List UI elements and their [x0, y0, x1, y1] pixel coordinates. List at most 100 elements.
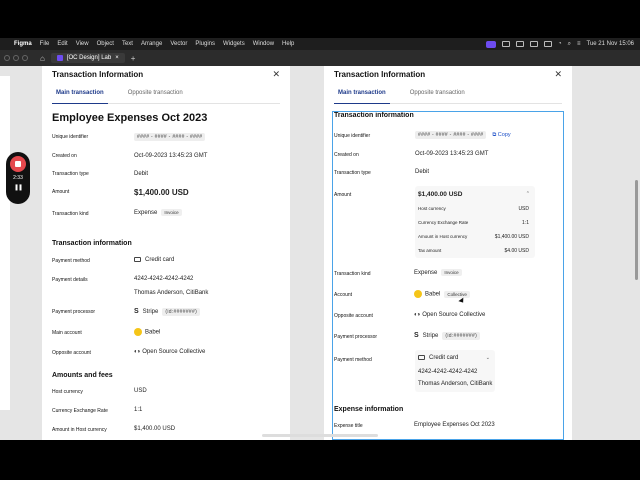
tab-opposite-transaction[interactable]: Opposite transaction: [406, 90, 469, 103]
kind-value: Expense Invoice: [414, 269, 462, 276]
tax-amount-value: $4.00 USD: [504, 248, 529, 254]
payment-processor-value: S Stripe (id:#######): [134, 308, 201, 316]
created-label: Created on: [334, 152, 359, 158]
tab-opposite-transaction[interactable]: Opposite transaction: [124, 90, 187, 103]
new-tab-icon[interactable]: +: [131, 54, 136, 63]
uid-mask: #### - #### - #### - ####: [415, 131, 487, 139]
tax-amount-label: Tax amount: [418, 248, 442, 253]
menu-help[interactable]: Help: [282, 41, 294, 47]
panel-tabs: Main transaction Opposite transaction: [334, 90, 562, 104]
minimize-window-icon[interactable]: [13, 55, 19, 61]
transaction-panel-left: Transaction Information ✕ Main transacti…: [42, 66, 290, 440]
invoice-badge: Invoice: [441, 269, 462, 276]
battery-icon[interactable]: [544, 41, 552, 47]
tab-main-transaction[interactable]: Main transaction: [52, 90, 108, 104]
status-icon[interactable]: [530, 41, 538, 47]
status-icon[interactable]: [516, 41, 524, 47]
uid-value: #### - #### - #### - #### ⧉ Copy: [415, 131, 511, 139]
amount-breakdown-card[interactable]: $1,400.00 USD ⌃ Host currency USD Curren…: [415, 186, 535, 258]
pause-icon[interactable]: ❚❚: [14, 184, 23, 191]
amount-label: Amount: [52, 189, 70, 195]
card-number: 4242-4242-4242-4242: [134, 276, 194, 282]
created-value: Oct-09-2023 13:45:23 GMT: [134, 153, 208, 159]
menu-widgets[interactable]: Widgets: [223, 41, 245, 47]
osc-logo-icon: ◐◑: [134, 349, 140, 355]
menu-app-name[interactable]: Figma: [14, 41, 32, 47]
section-expense-info: Expense information: [334, 406, 404, 413]
maximize-window-icon[interactable]: [22, 55, 28, 61]
osc-logo-icon: ◐◑: [414, 312, 420, 318]
payment-processor-value: S Stripe (id:#######): [414, 332, 481, 340]
menu-view[interactable]: View: [76, 41, 89, 47]
close-icon[interactable]: ✕: [272, 69, 280, 80]
payment-method-text: Credit card: [429, 355, 459, 362]
host-currency-value: USD: [518, 206, 529, 212]
panel-title: Transaction Information: [334, 70, 426, 79]
amount-host-value: $1,400.00 USD: [134, 426, 176, 432]
payment-method-card[interactable]: Credit card ⌄ 4242-4242-4242-4242 Thomas…: [415, 350, 495, 392]
menu-clock[interactable]: Tue 21 Nov 15:06: [587, 41, 634, 47]
amount-value: $1,400.00 USD: [418, 191, 463, 198]
section-transaction-info: Transaction information: [52, 240, 132, 247]
figma-file-icon: [56, 55, 63, 61]
credit-card-icon: [418, 355, 425, 360]
horizontal-scrollbar[interactable]: [262, 434, 378, 437]
babel-avatar-icon: [414, 290, 422, 298]
kind-label: Transaction kind: [52, 211, 89, 217]
wifi-icon[interactable]: ◔: [558, 41, 562, 47]
offscreen-frame: [0, 76, 10, 410]
amount-host-label: Amount in Host currency: [52, 427, 107, 433]
chevron-down-icon[interactable]: ⌄: [486, 355, 490, 361]
host-currency-label: Host currency: [52, 389, 83, 395]
payment-method-label: Payment method: [334, 357, 372, 363]
close-tab-icon[interactable]: ×: [115, 55, 119, 61]
close-icon[interactable]: ✕: [554, 69, 562, 80]
amount-host-value: $1,400.00 USD: [494, 234, 529, 240]
opposite-account-text: Open Source Collective: [422, 312, 486, 318]
menu-text[interactable]: Text: [122, 41, 133, 47]
stop-recording-button[interactable]: [10, 156, 26, 172]
control-center-icon[interactable]: ≡: [577, 41, 581, 47]
invoice-badge: Invoice: [161, 209, 182, 216]
type-value: Debit: [415, 169, 430, 175]
status-icon[interactable]: [502, 41, 510, 47]
kind-value: Expense Invoice: [134, 209, 182, 216]
kind-text: Expense: [414, 270, 438, 276]
stripe-icon: S: [134, 308, 139, 315]
uid-value: #### - #### - #### - ####: [134, 133, 206, 141]
section-amounts-fees: Amounts and fees: [52, 372, 113, 379]
menu-window[interactable]: Window: [253, 41, 274, 47]
transaction-panel-right: Transaction Information ✕ Main transacti…: [324, 66, 572, 440]
menu-object[interactable]: Object: [97, 41, 114, 47]
vertical-scrollbar[interactable]: [635, 180, 638, 280]
host-currency-value: USD: [134, 388, 147, 394]
opposite-account-label: Opposite account: [334, 313, 373, 319]
menu-edit[interactable]: Edit: [57, 41, 67, 47]
opposite-account-text: Open Source Collective: [142, 349, 206, 355]
home-icon[interactable]: ⌂: [40, 54, 45, 63]
payment-method-label: Payment method: [52, 258, 90, 264]
payment-processor-label: Payment processor: [334, 334, 378, 340]
expense-title-label: Expense title: [334, 423, 363, 429]
uid-label: Unique identifier: [334, 133, 371, 139]
window-controls: [4, 55, 28, 61]
close-window-icon[interactable]: [4, 55, 10, 61]
menu-plugins[interactable]: Plugins: [195, 41, 215, 47]
copy-button[interactable]: ⧉ Copy: [492, 132, 510, 138]
search-icon[interactable]: ⌕: [568, 41, 571, 48]
tab-main-transaction[interactable]: Main transaction: [334, 90, 390, 104]
payment-details-label: Payment details: [52, 277, 88, 283]
exchange-rate-value: 1:1: [522, 220, 529, 226]
amount-host-label: Amount in Host currency: [418, 234, 468, 239]
menu-file[interactable]: File: [40, 41, 50, 47]
processor-name: Stripe: [422, 333, 439, 339]
chevron-up-icon[interactable]: ⌃: [526, 191, 530, 197]
menu-vector[interactable]: Vector: [170, 41, 187, 47]
menu-arrange[interactable]: Arrange: [141, 41, 162, 47]
screen-record-icon[interactable]: [486, 40, 496, 48]
menu-bar: Figma File Edit View Object Text Arrange…: [0, 38, 640, 50]
card-holder: Thomas Anderson, CitiBank: [418, 381, 493, 387]
recording-widget: 2:33 ❚❚: [6, 152, 30, 204]
file-tab[interactable]: [OC Design] Lab ×: [50, 53, 125, 63]
credit-card-icon: [134, 257, 141, 262]
